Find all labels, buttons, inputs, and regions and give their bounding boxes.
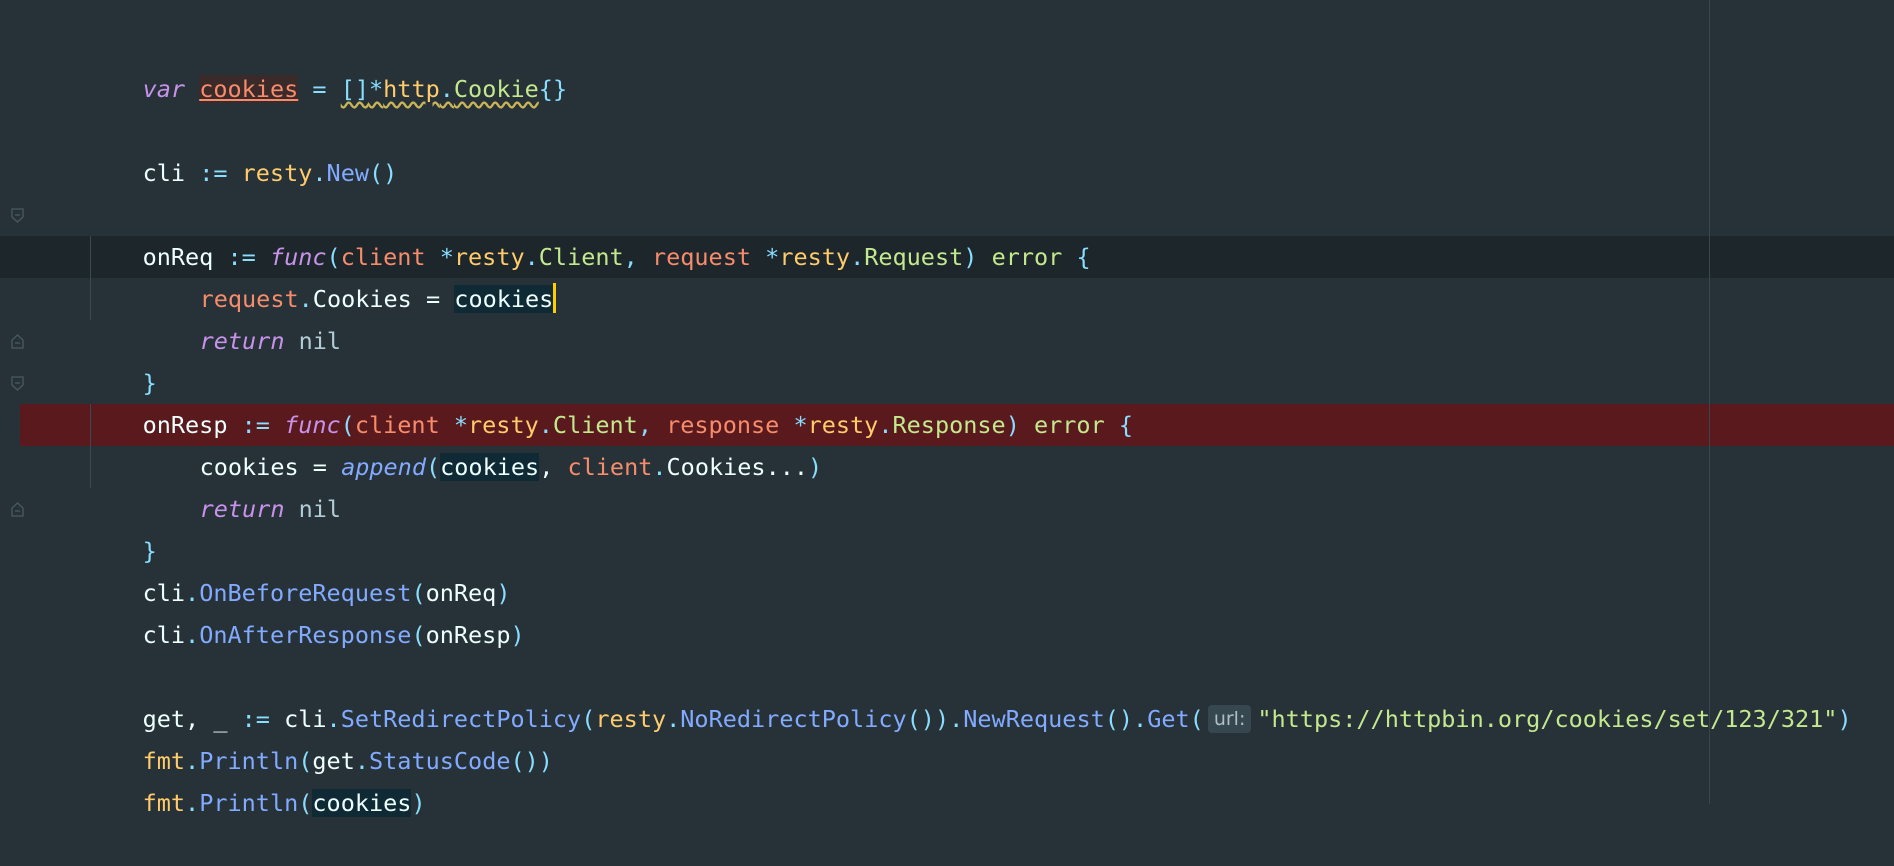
pointer-star: * [751,243,780,271]
method-name: Get [1147,705,1190,733]
editor-gutter [0,0,40,804]
code-line-onresp[interactable]: onResp := func(client *resty.Client, res… [86,362,1133,439]
param-name: client [567,453,653,481]
keyword: return [199,327,285,355]
paren: ( [1189,705,1204,733]
code-line-onreq[interactable]: onReq := func(client *resty.Client, requ… [86,194,1091,271]
type-name: Cookie [453,75,539,103]
operator: = [298,75,341,103]
paren: ) [538,747,553,775]
string-literal: "https://httpbin.org/cookies/set/123/321… [1257,705,1838,733]
code-line-return[interactable]: return nil [143,278,341,355]
package-name: resty [241,159,313,187]
return-type: error [1019,411,1105,439]
fold-close-icon[interactable] [10,334,25,349]
pointer-star: * [369,75,384,103]
function-name: Println [199,789,299,817]
operator: := [185,159,242,187]
dot: . [666,705,681,733]
package-name: fmt [142,789,186,817]
parens: ()) [906,705,950,733]
package-name: http [383,75,440,103]
code-line-return[interactable]: return nil [143,446,341,523]
method-name: OnAfterResponse [199,621,412,649]
operator: = [411,285,455,313]
package-name: resty [595,705,667,733]
paren: ) [808,453,823,481]
comma: , [623,243,652,271]
paren: ( [425,453,441,481]
fold-close-icon[interactable] [10,502,25,517]
variable-name: cookies [454,285,554,313]
keyword: return [199,495,285,523]
paren: ( [298,789,313,817]
text-caret [553,283,557,313]
function-name: New [326,159,369,187]
variable-name: cookies [312,789,412,817]
variable-name: cli [142,621,186,649]
slice-brackets: [] [340,75,369,103]
code-line-get-request[interactable]: get, _ := cli.SetRedirectPolicy(resty.No… [86,656,1852,733]
dot: . [850,243,865,271]
dot: . [185,789,200,817]
code-line-close-brace[interactable]: } [86,320,157,397]
type-name: Request [864,243,964,271]
dot: . [1133,705,1148,733]
dot: . [652,453,667,481]
comma: , [539,453,568,481]
parameter-hint: url: [1207,705,1252,733]
paren: ) [510,621,525,649]
variable-name: cookies [199,75,299,103]
variable-name: cookies [440,453,540,481]
param-name: request [651,243,752,271]
code-line-println-status[interactable]: fmt.Println(get.StatusCode()) [86,698,553,775]
keyword: var [142,75,186,103]
paren: ( [411,621,426,649]
type-name: Response [892,411,1006,439]
paren: ) [963,243,978,271]
paren: ( [581,705,596,733]
code-line-onbeforerequest[interactable]: cli.OnBeforeRequest(onReq) [86,530,511,607]
code-line-append[interactable]: cookies = append(cookies, client.Cookies… [143,404,822,481]
code-line-onafterresponse[interactable]: cli.OnAfterResponse(onResp) [86,572,525,649]
variable-name: onResp [425,621,511,649]
fold-open-icon[interactable] [10,376,25,391]
braces: {} [538,75,568,103]
package-name: resty [779,243,851,271]
dot: . [312,159,327,187]
parens: () [1104,705,1134,733]
code-line-cli[interactable]: cli := resty.New() [86,110,398,187]
function-name: NoRedirectPolicy [680,705,907,733]
method-name: NewRequest [963,705,1105,733]
return-type: error [977,243,1063,271]
dot: . [878,411,893,439]
code-line-close-brace[interactable]: } [86,488,157,565]
code-line-println-cookies[interactable]: fmt.Println(cookies) [86,740,426,817]
dot: . [439,75,454,103]
parens: () [369,159,398,187]
code-line-var-cookies[interactable]: var cookies = []*http.Cookie{} [86,26,567,103]
field-name: Cookies [666,453,766,481]
dot: . [185,621,200,649]
parens: () [510,747,539,775]
brace: { [1062,243,1091,271]
ellipsis: ... [765,453,809,481]
paren: ) [1837,705,1852,733]
paren: ) [411,789,426,817]
variable-name: cli [142,159,186,187]
fold-open-icon[interactable] [10,208,25,223]
paren: ) [1005,411,1020,439]
code-editor[interactable]: var cookies = []*http.Cookie{} cli := re… [0,0,1894,817]
code-line-request-cookies[interactable]: request.Cookies = cookies [143,236,557,313]
brace: { [1104,411,1134,439]
dot: . [949,705,964,733]
nil-literal: nil [284,495,342,523]
nil-literal: nil [284,327,342,355]
builtin-function: append [341,453,426,481]
